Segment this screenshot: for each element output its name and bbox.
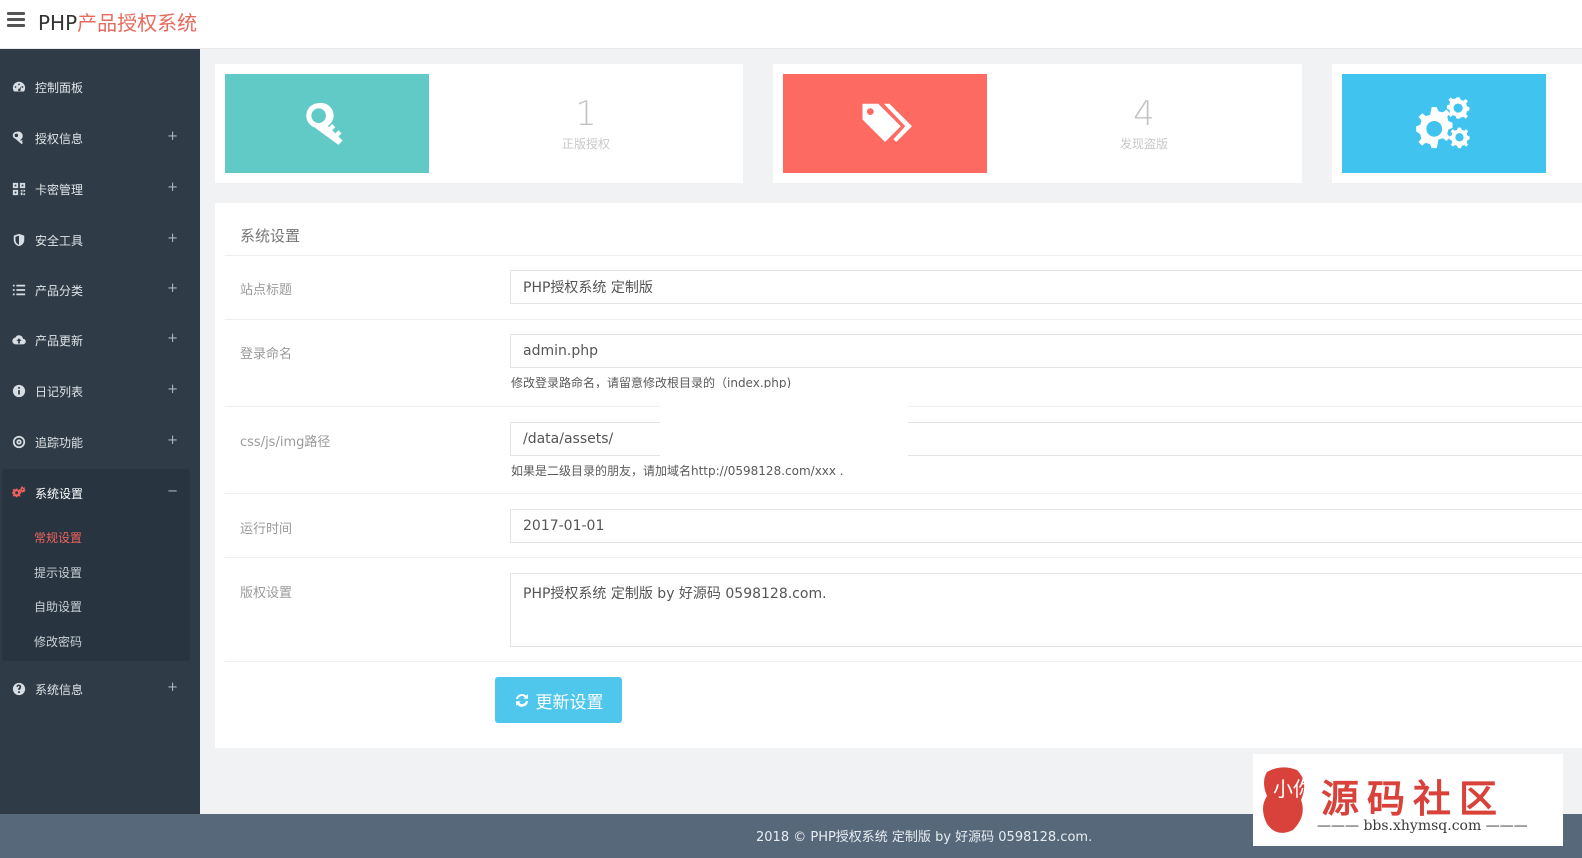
expand-icon[interactable]: +: [167, 231, 178, 246]
qrcode-icon: [11, 181, 27, 197]
watermark-url: ——— bbs.xhymsq.com ———: [1317, 818, 1528, 834]
expand-icon[interactable]: +: [167, 433, 178, 448]
expand-icon[interactable]: +: [167, 180, 178, 195]
submenu-item-self-service[interactable]: 自助设置: [34, 598, 82, 615]
svg-text:小你: 小你: [1273, 777, 1313, 801]
sidebar-item-label: 授权信息: [35, 131, 84, 146]
tags-icon: [783, 74, 987, 173]
sidebar-item-dashboard[interactable]: 控制面板: [0, 62, 200, 112]
stat-label: 发现盗版: [1119, 137, 1168, 151]
blur-overlay: [660, 404, 908, 456]
sidebar-item-label: 追踪功能: [35, 435, 84, 450]
copyright-textarea[interactable]: PHP授权系统 定制版 by 好源码 0598128.com.: [510, 573, 1582, 647]
sidebar-item-tracking[interactable]: 追踪功能 +: [0, 417, 200, 467]
expand-icon[interactable]: +: [167, 680, 178, 695]
runtime-input[interactable]: 2017-01-01: [510, 509, 1582, 543]
sidebar-item-categories[interactable]: 产品分类 +: [0, 265, 200, 315]
gears-icon: [11, 485, 27, 501]
sidebar-item-label: 系统信息: [35, 682, 84, 697]
expand-icon[interactable]: +: [167, 281, 178, 296]
assets-path-label: css/js/img路径: [240, 435, 331, 450]
sidebar-item-label: 控制面板: [35, 80, 84, 95]
assets-path-value: /data/assets/: [523, 431, 614, 447]
sidebar-item-label: 系统设置: [35, 486, 84, 501]
sidebar-item-security[interactable]: 安全工具 +: [0, 215, 200, 265]
cloud-upload-icon: [11, 332, 27, 348]
sidebar-item-system-settings[interactable]: 系统设置 −: [0, 468, 200, 518]
sidebar-item-label: 产品更新: [35, 333, 84, 348]
submenu-item-change-password[interactable]: 修改密码: [34, 633, 82, 650]
divider: [225, 557, 1582, 558]
watermark-title: 源码社区: [1321, 776, 1506, 821]
stat-value: 1: [575, 94, 597, 134]
gears-icon: [1342, 74, 1546, 173]
key-icon: [225, 74, 429, 173]
info-icon: [11, 383, 27, 399]
divider: [225, 493, 1582, 494]
refresh-icon: [515, 694, 528, 707]
footer-copyright: 2018 © PHP授权系统 定制版 by 好源码 0598128.com.: [756, 830, 1093, 845]
sidebar-item-cards[interactable]: 卡密管理 +: [0, 164, 200, 214]
shield-icon: [11, 232, 27, 248]
sidebar-item-updates[interactable]: 产品更新 +: [0, 315, 200, 365]
login-name-help: 修改登录路命名，请留意修改根目录的（index.php): [511, 376, 792, 388]
key-icon: [11, 130, 27, 146]
login-name-value: admin.php: [523, 343, 598, 359]
sidebar: 控制面板 授权信息 + 卡密管理 + 安全工具 + 产品分类 + 产品更新 + …: [0, 49, 200, 814]
sidebar-item-label: 卡密管理: [35, 182, 84, 197]
stat-value: 4: [1133, 94, 1155, 134]
question-icon: [11, 681, 27, 697]
copyright-label: 版权设置: [240, 586, 293, 601]
top-header: PHP产品授权系统: [0, 0, 1582, 49]
sidebar-item-system-info[interactable]: 系统信息 +: [0, 664, 200, 714]
update-button-label: 更新设置: [535, 692, 604, 713]
brand-name: 产品授权系统: [77, 11, 198, 35]
divider: [225, 661, 1582, 662]
login-name-input[interactable]: admin.php: [510, 334, 1582, 368]
expand-icon[interactable]: +: [167, 331, 178, 346]
list-icon: [11, 282, 27, 298]
watermark: 小你 源码社区 ——— bbs.xhymsq.com ———: [1253, 754, 1563, 846]
expand-icon[interactable]: +: [167, 382, 178, 397]
divider: [225, 319, 1582, 320]
stat-label: 正版授权: [561, 137, 610, 151]
collapse-icon[interactable]: −: [167, 484, 178, 499]
stat-card-licensed: 1 正版授权: [215, 64, 743, 183]
stat-card-piracy: 4 发现盗版: [773, 64, 1302, 183]
submenu-item-notice[interactable]: 提示设置: [34, 564, 82, 581]
sidebar-item-label: 日记列表: [35, 384, 84, 399]
copyright-value: PHP授权系统 定制版 by 好源码 0598128.com.: [523, 586, 827, 602]
site-title-label: 站点标题: [240, 283, 293, 298]
sidebar-item-label: 产品分类: [35, 283, 84, 298]
assets-path-help: 如果是二级目录的朋友，请加域名http://0598128.com/xxx .: [511, 464, 844, 478]
runtime-value: 2017-01-01: [523, 518, 605, 534]
submenu-item-general[interactable]: 常规设置: [34, 529, 82, 546]
brand-prefix: PHP: [38, 11, 78, 35]
divider: [225, 255, 1582, 256]
sidebar-item-license[interactable]: 授权信息 +: [0, 113, 200, 163]
panel-title: 系统设置: [240, 227, 301, 245]
stat-card-settings: [1332, 64, 1582, 183]
login-name-label: 登录命名: [240, 347, 293, 362]
site-title-value: PHP授权系统 定制版: [523, 280, 653, 296]
expand-icon[interactable]: +: [167, 129, 178, 144]
watermark-seal-icon: 小你: [1263, 767, 1313, 833]
dashboard-icon: [11, 79, 27, 95]
brand-title[interactable]: PHP产品授权系统: [38, 7, 197, 36]
target-icon: [11, 434, 27, 450]
menu-toggle-icon[interactable]: [7, 12, 25, 28]
site-title-input[interactable]: PHP授权系统 定制版: [510, 270, 1582, 304]
runtime-label: 运行时间: [240, 522, 293, 537]
sidebar-item-label: 安全工具: [35, 233, 84, 248]
sidebar-item-logs[interactable]: 日记列表 +: [0, 366, 200, 416]
update-settings-button[interactable]: 更新设置: [495, 677, 622, 723]
